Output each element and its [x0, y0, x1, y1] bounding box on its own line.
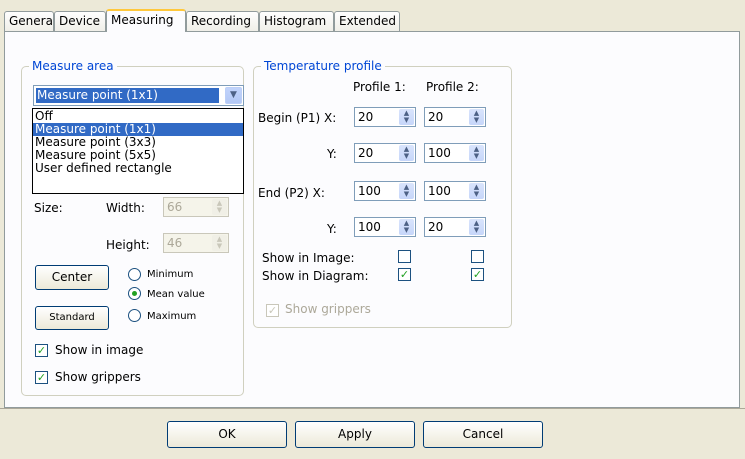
measure-area-selected: Measure point (1x1) — [36, 88, 219, 103]
spin-arrows-icon[interactable]: ▲ ▼ — [469, 109, 484, 125]
show-in-image-checkbox[interactable]: ✓ — [35, 344, 48, 357]
height-value: 46 — [167, 236, 183, 250]
cancel-button[interactable]: Cancel — [423, 421, 543, 448]
footer-divider — [0, 408, 745, 409]
begin-y-label: Y: — [327, 147, 337, 161]
spin-arrows-icon[interactable]: ▲ ▼ — [212, 235, 227, 251]
spin-arrows-icon[interactable]: ▲ ▼ — [469, 219, 484, 235]
begin-x-profile1-stepper[interactable]: 20 ▲ ▼ — [354, 107, 416, 127]
width-stepper[interactable]: 66 ▲ ▼ — [163, 197, 229, 217]
center-button[interactable]: Center — [35, 265, 109, 290]
tab-extended[interactable]: Extended — [334, 11, 400, 31]
end-y-profile2-stepper[interactable]: 20 ▲ ▼ — [424, 217, 486, 237]
show-in-diagram-label: Show in Diagram: — [262, 269, 369, 283]
show-in-image-profile2-checkbox[interactable] — [471, 250, 484, 263]
radio-maximum-label: Maximum — [147, 311, 197, 322]
spin-arrows-icon[interactable]: ▲ ▼ — [212, 199, 227, 215]
tab-histogram[interactable]: Histogram — [259, 11, 334, 31]
end-y-profile1-value: 100 — [358, 220, 381, 234]
end-x-profile1-value: 100 — [358, 184, 381, 198]
begin-y-profile2-stepper[interactable]: 100 ▲ ▼ — [424, 143, 486, 163]
width-value: 66 — [167, 200, 183, 214]
show-in-image-profile1-checkbox[interactable] — [398, 250, 411, 263]
profile-show-grippers-checkbox[interactable]: ✓ — [266, 304, 279, 317]
begin-x-profile2-value: 20 — [428, 110, 444, 124]
end-x-profile2-value: 100 — [428, 184, 451, 198]
show-in-diagram-profile1-checkbox[interactable]: ✓ — [398, 268, 411, 281]
apply-button[interactable]: Apply — [295, 421, 415, 448]
end-x-profile1-stepper[interactable]: 100 ▲ ▼ — [354, 181, 416, 201]
profile-show-grippers-label: Show grippers — [285, 302, 371, 316]
tab-device[interactable]: Device — [54, 11, 106, 31]
spin-arrows-icon[interactable]: ▲ ▼ — [399, 219, 414, 235]
spin-arrows-icon[interactable]: ▲ ▼ — [399, 109, 414, 125]
radio-maximum[interactable] — [128, 309, 141, 322]
end-y-profile2-value: 20 — [428, 220, 444, 234]
show-in-image-label: Show in image — [55, 343, 144, 357]
profile2-header: Profile 2: — [426, 80, 479, 94]
begin-x-profile2-stepper[interactable]: 20 ▲ ▼ — [424, 107, 486, 127]
show-in-diagram-profile2-checkbox[interactable]: ✓ — [471, 268, 484, 281]
end-x-label: End (P2) X: — [258, 186, 325, 200]
show-grippers-label: Show grippers — [55, 370, 141, 384]
begin-x-profile1-value: 20 — [358, 110, 374, 124]
radio-minimum[interactable] — [128, 268, 141, 281]
tab-general[interactable]: General — [4, 11, 56, 31]
begin-y-profile2-value: 100 — [428, 146, 451, 160]
spin-arrows-icon[interactable]: ▲ ▼ — [469, 183, 484, 199]
height-label: Height: — [106, 238, 150, 252]
show-in-image-profile-label: Show in Image: — [262, 251, 355, 265]
standard-button[interactable]: Standard — [35, 306, 109, 330]
end-y-profile1-stepper[interactable]: 100 ▲ ▼ — [354, 217, 416, 237]
begin-y-profile1-stepper[interactable]: 20 ▲ ▼ — [354, 143, 416, 163]
measure-area-dropdown[interactable]: Measure point (1x1) ▼ — [33, 85, 244, 106]
radio-minimum-label: Minimum — [147, 269, 194, 280]
show-grippers-checkbox[interactable]: ✓ — [35, 371, 48, 384]
spin-arrows-icon[interactable]: ▲ ▼ — [399, 183, 414, 199]
temperature-profile-legend: Temperature profile — [261, 59, 385, 73]
chevron-down-icon[interactable]: ▼ — [225, 87, 242, 104]
begin-x-label: Begin (P1) X: — [258, 111, 337, 125]
tab-measuring[interactable]: Measuring — [106, 9, 186, 32]
tab-recording[interactable]: Recording — [186, 11, 259, 31]
spin-arrows-icon[interactable]: ▲ ▼ — [469, 145, 484, 161]
ok-button[interactable]: OK — [167, 421, 287, 448]
radio-mean-value[interactable] — [128, 287, 141, 300]
begin-y-profile1-value: 20 — [358, 146, 374, 160]
measure-area-options[interactable]: Off Measure point (1x1) Measure point (3… — [32, 108, 244, 194]
width-label: Width: — [106, 201, 145, 215]
radio-mean-label: Mean value — [147, 289, 205, 300]
measure-area-legend: Measure area — [29, 59, 117, 73]
spin-arrows-icon[interactable]: ▲ ▼ — [399, 145, 414, 161]
height-stepper[interactable]: 46 ▲ ▼ — [163, 233, 229, 253]
option-user-defined-rectangle[interactable]: User defined rectangle — [33, 162, 243, 175]
profile1-header: Profile 1: — [353, 80, 406, 94]
end-y-label: Y: — [327, 222, 337, 236]
size-label: Size: — [34, 201, 63, 215]
end-x-profile2-stepper[interactable]: 100 ▲ ▼ — [424, 181, 486, 201]
